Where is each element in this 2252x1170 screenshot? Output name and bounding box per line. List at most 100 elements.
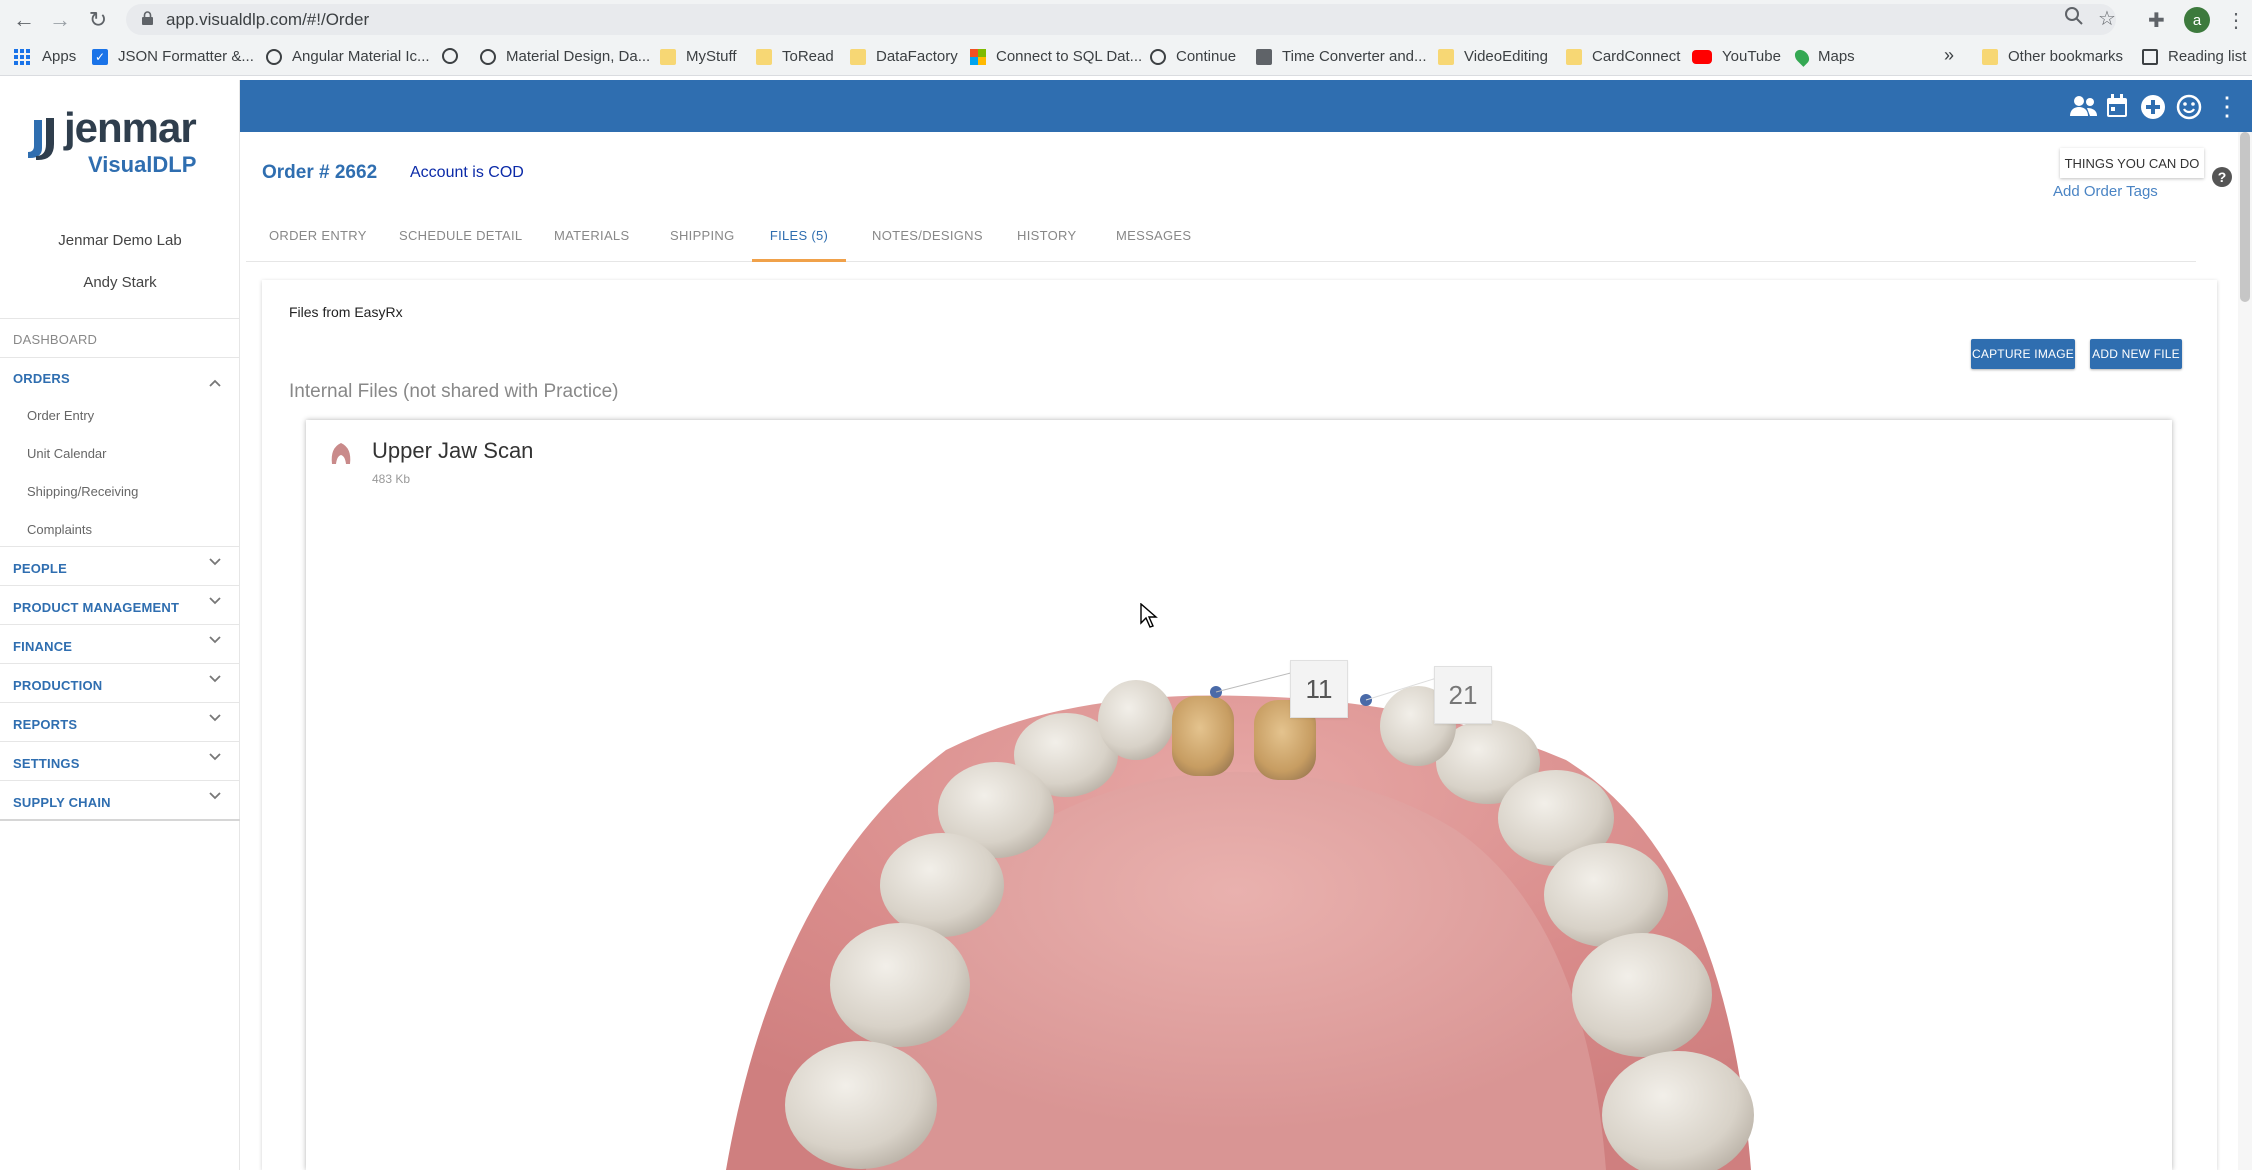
bookmark-apps[interactable]: Apps xyxy=(14,48,76,65)
users-icon[interactable] xyxy=(2070,94,2098,118)
tab-order-entry[interactable]: ORDER ENTRY xyxy=(269,228,367,262)
tooth-label-text: 11 xyxy=(1305,673,1333,704)
chevron-down-icon[interactable] xyxy=(208,671,222,685)
reload-icon[interactable]: ↻ xyxy=(84,6,112,34)
page-scrollbar-thumb[interactable] xyxy=(2240,132,2250,302)
sidebar-item-finance[interactable]: FINANCE xyxy=(13,639,72,654)
account-status: Account is COD xyxy=(410,164,524,181)
globe-icon xyxy=(442,48,458,64)
sidebar-divider xyxy=(0,819,240,821)
youtube-icon xyxy=(1692,49,1712,64)
check-icon: ✓ xyxy=(92,48,108,65)
bookmark-connect-sql[interactable]: Connect to SQL Dat... xyxy=(970,48,1142,65)
bookmark-cardconnect[interactable]: CardConnect xyxy=(1566,48,1680,65)
folder-icon xyxy=(660,48,676,65)
smiley-icon[interactable] xyxy=(2176,94,2202,120)
tab-messages[interactable]: MESSAGES xyxy=(1116,228,1191,262)
chevron-down-icon[interactable] xyxy=(208,593,222,607)
browser-menu-icon[interactable]: ⋮ xyxy=(2226,8,2246,33)
bookmark-material-design[interactable]: Material Design, Da... xyxy=(480,48,650,65)
bookmark-globe[interactable] xyxy=(442,48,468,64)
maps-icon xyxy=(1792,46,1812,67)
sidebar-item-people[interactable]: PEOPLE xyxy=(13,561,67,576)
tooth xyxy=(1572,933,1712,1057)
sidebar-divider xyxy=(0,741,240,742)
chevron-down-icon[interactable] xyxy=(208,710,222,724)
sidebar-item-reports[interactable]: REPORTS xyxy=(13,717,77,732)
file-card: Upper Jaw Scan 483 Kb 11 21 xyxy=(306,420,2172,1170)
bookmark-maps[interactable]: Maps xyxy=(1792,46,1855,67)
address-bar[interactable]: app.visualdlp.com/#!/Order xyxy=(126,4,2116,35)
add-circle-icon[interactable] xyxy=(2140,94,2166,120)
bookmark-label: CardConnect xyxy=(1592,48,1681,65)
chevron-down-icon[interactable] xyxy=(208,788,222,802)
tab-history[interactable]: HISTORY xyxy=(1017,228,1076,262)
bookmark-json-formatter[interactable]: ✓ JSON Formatter &... xyxy=(92,48,254,65)
bookmark-label: VideoEditing xyxy=(1464,48,1548,65)
reading-list[interactable]: Reading list xyxy=(2142,48,2246,65)
extensions-puzzle-icon[interactable]: ✚ xyxy=(2148,8,2165,33)
folder-icon xyxy=(1566,48,1582,65)
bookmark-label: MyStuff xyxy=(686,48,737,65)
profile-initial: a xyxy=(2192,11,2202,29)
bookmark-toread[interactable]: ToRead xyxy=(756,48,834,65)
profile-avatar[interactable]: a xyxy=(2184,7,2210,33)
app-header: ⋮ xyxy=(240,80,2252,132)
add-new-file-label: ADD NEW FILE xyxy=(2092,347,2180,361)
user-name[interactable]: Andy Stark xyxy=(0,274,240,291)
calendar-icon[interactable] xyxy=(2106,94,2128,118)
sidebar-item-orders[interactable]: ORDERS xyxy=(13,371,70,386)
sidebar-item-supply-chain[interactable]: SUPPLY CHAIN xyxy=(13,795,111,810)
add-new-file-button[interactable]: ADD NEW FILE xyxy=(2090,339,2182,369)
sidebar-divider xyxy=(0,357,240,358)
sidebar-item-shipping-receiving[interactable]: Shipping/Receiving xyxy=(27,484,138,499)
folder-icon xyxy=(850,48,866,65)
url-text: app.visualdlp.com/#!/Order xyxy=(166,9,370,29)
sidebar-item-unit-calendar[interactable]: Unit Calendar xyxy=(27,446,107,461)
tab-schedule-detail[interactable]: SCHEDULE DETAIL xyxy=(399,228,522,262)
jenmar-logo[interactable]: jenmar VisualDLP xyxy=(24,100,224,180)
tab-materials[interactable]: MATERIALS xyxy=(554,228,629,262)
capture-image-button[interactable]: CAPTURE IMAGE xyxy=(1971,339,2075,369)
folder-icon xyxy=(756,48,772,65)
bookmark-datafactory[interactable]: DataFactory xyxy=(850,48,958,65)
bookmark-videoediting[interactable]: VideoEditing xyxy=(1438,48,1548,65)
chevron-up-icon[interactable] xyxy=(208,376,222,390)
capture-image-label: CAPTURE IMAGE xyxy=(1972,347,2074,361)
bookmark-youtube[interactable]: YouTube xyxy=(1692,48,1781,65)
sidebar-item-dashboard[interactable]: DASHBOARD xyxy=(13,332,97,347)
add-order-tags-link[interactable]: Add Order Tags xyxy=(2053,183,2158,200)
star-bookmark-icon[interactable]: ☆ xyxy=(2098,6,2118,30)
tab-notes-designs[interactable]: NOTES/DESIGNS xyxy=(872,228,983,262)
file-title[interactable]: Upper Jaw Scan xyxy=(372,438,533,464)
other-bookmarks[interactable]: Other bookmarks xyxy=(1982,48,2123,65)
chevron-down-icon[interactable] xyxy=(208,554,222,568)
bookmark-label: ToRead xyxy=(782,48,834,65)
more-vert-icon[interactable]: ⋮ xyxy=(2214,93,2240,119)
browser-toolbar: ← → ↻ app.visualdlp.com/#!/Order ☆ ✚ a ⋮ xyxy=(0,0,2252,40)
sidebar-item-settings[interactable]: SETTINGS xyxy=(13,756,80,771)
forward-icon[interactable]: → xyxy=(46,6,74,34)
chevron-down-icon[interactable] xyxy=(208,632,222,646)
sidebar-item-order-entry[interactable]: Order Entry xyxy=(27,408,94,423)
bookmark-angular-material[interactable]: Angular Material Ic... xyxy=(266,48,430,65)
more-bookmarks-chevron-icon[interactable]: » xyxy=(1944,45,1954,66)
tab-files[interactable]: FILES (5) xyxy=(752,228,846,262)
jaw-scan-viewer[interactable] xyxy=(306,500,2172,1170)
microsoft-icon xyxy=(970,48,986,65)
globe-icon xyxy=(266,48,282,65)
chevron-down-icon[interactable] xyxy=(208,749,222,763)
help-icon[interactable]: ? xyxy=(2212,167,2232,187)
things-you-can-do-button[interactable]: THINGS YOU CAN DO xyxy=(2060,148,2204,178)
back-icon[interactable]: ← xyxy=(10,6,38,34)
bookmark-continue[interactable]: Continue xyxy=(1150,48,1236,65)
things-you-can-do-label: THINGS YOU CAN DO xyxy=(2064,155,2200,171)
bookmark-time-converter[interactable]: Time Converter and... xyxy=(1256,48,1427,65)
sidebar-item-complaints[interactable]: Complaints xyxy=(27,522,92,537)
bookmark-mystuff[interactable]: MyStuff xyxy=(660,48,737,65)
tab-shipping[interactable]: SHIPPING xyxy=(670,228,735,262)
sidebar-item-product-management[interactable]: PRODUCT MANAGEMENT xyxy=(13,600,179,615)
zoom-icon[interactable] xyxy=(2064,6,2084,26)
files-from-heading: Files from EasyRx xyxy=(289,304,403,320)
sidebar-item-production[interactable]: PRODUCTION xyxy=(13,678,102,693)
